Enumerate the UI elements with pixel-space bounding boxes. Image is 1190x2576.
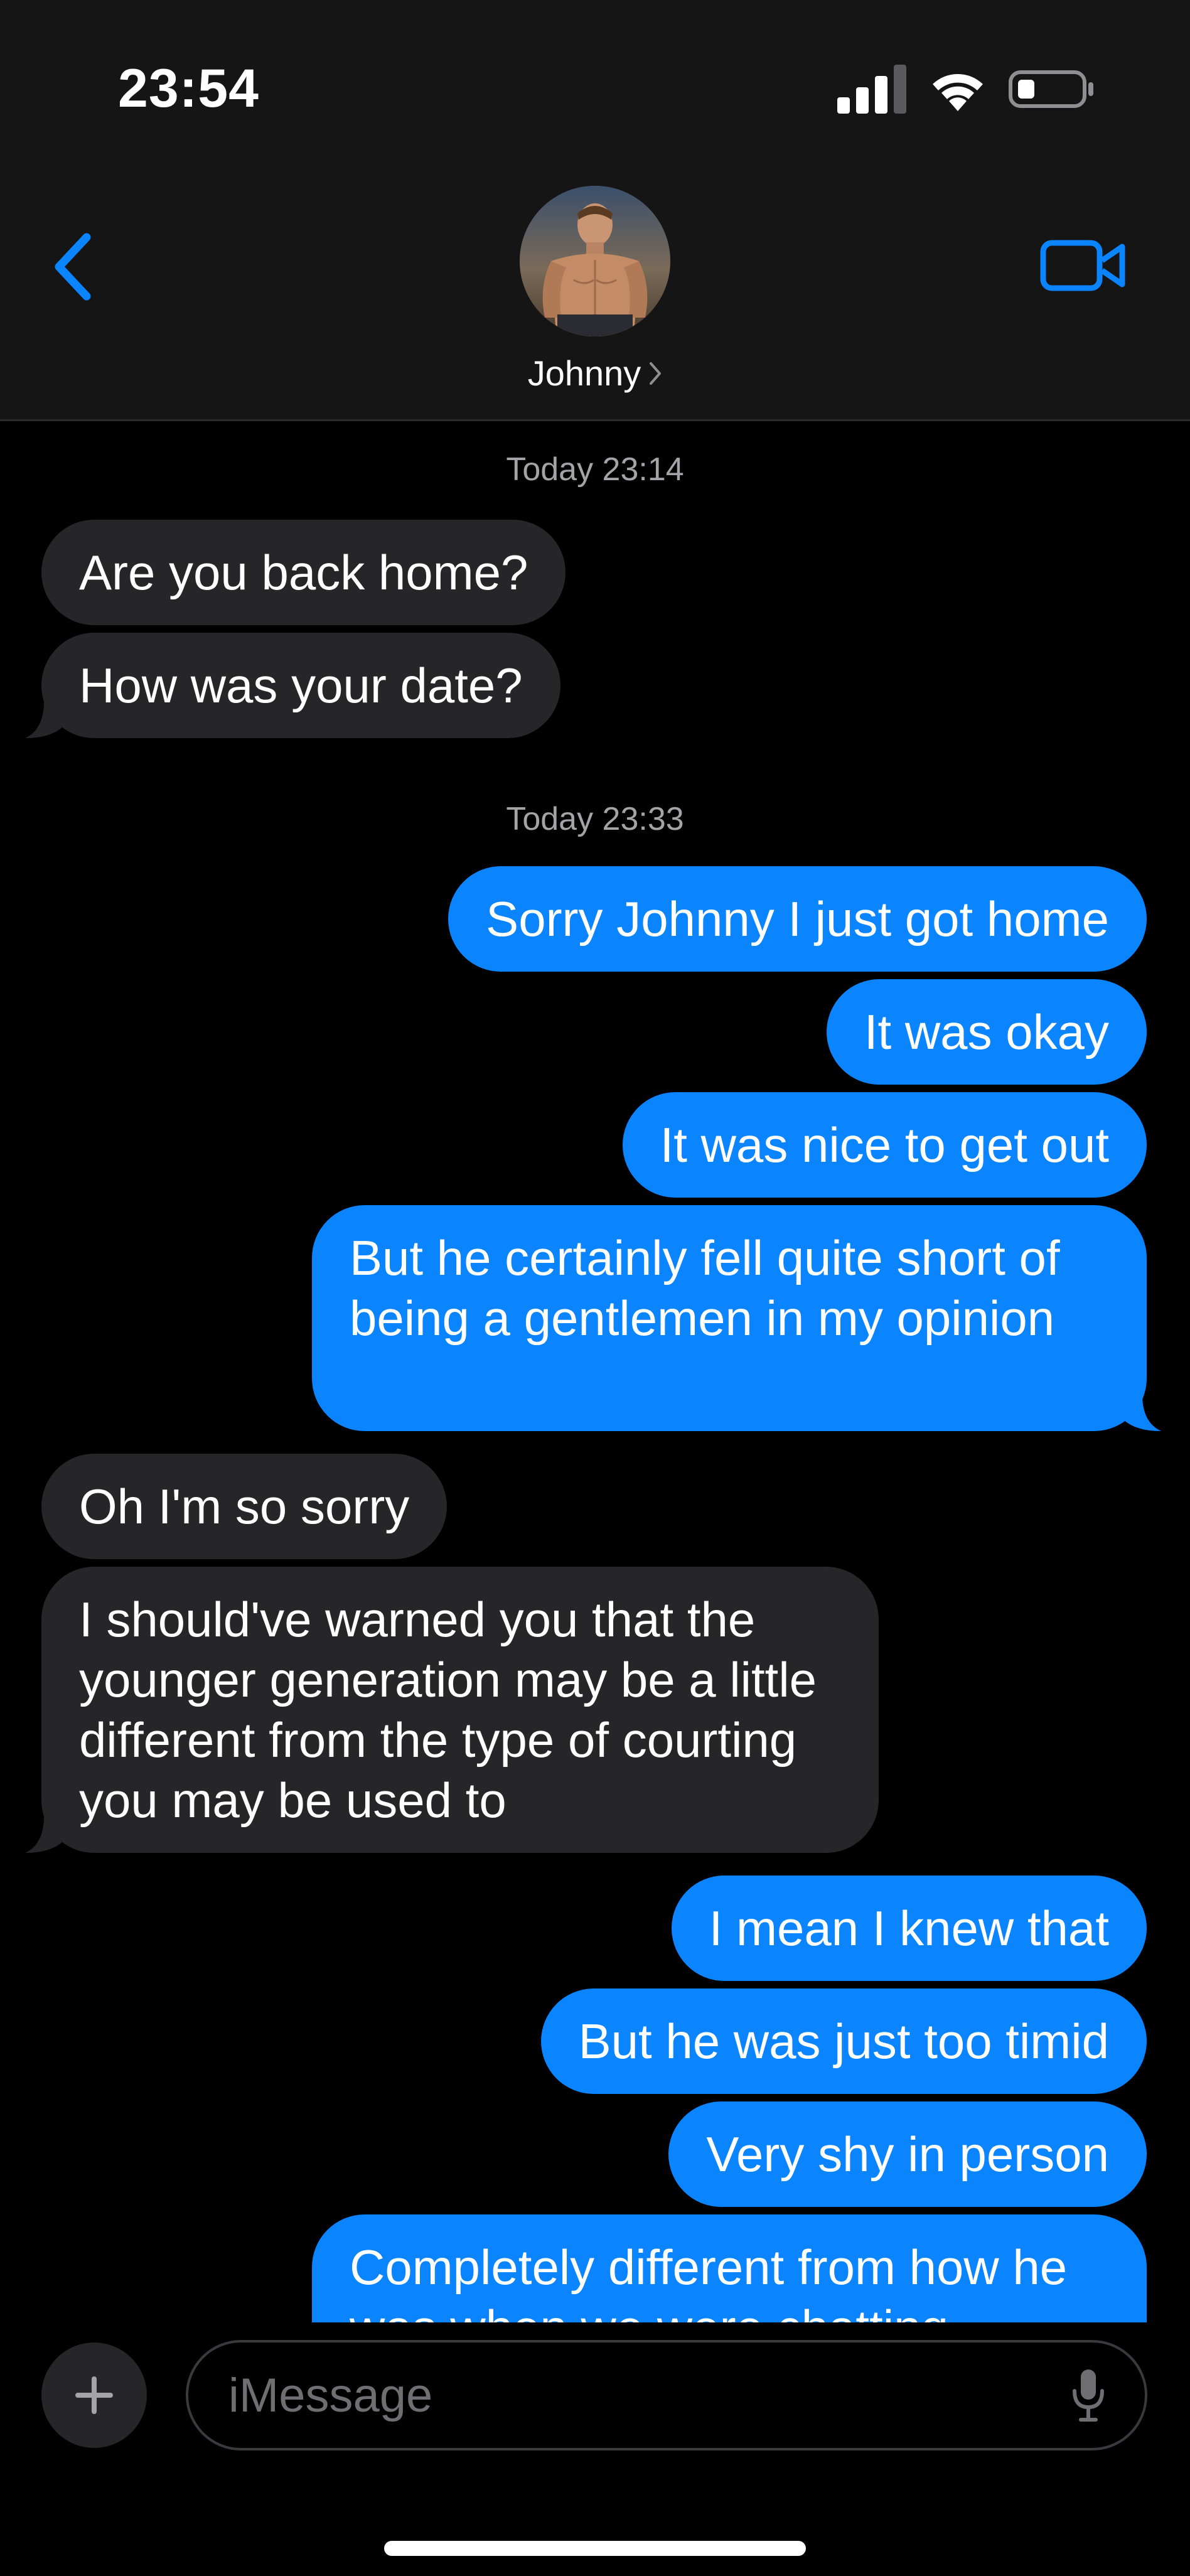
outgoing-message[interactable]: But he was just too timid xyxy=(540,1988,1147,2094)
bubble-tail xyxy=(25,1817,63,1853)
status-time: 23:54 xyxy=(118,58,259,119)
incoming-message[interactable]: Are you back home? xyxy=(41,520,566,625)
chevron-right-icon xyxy=(650,362,662,385)
apps-plus-button[interactable] xyxy=(41,2343,147,2448)
bubble-tail xyxy=(1123,1395,1161,1431)
plus-icon xyxy=(75,2376,113,2414)
incoming-message[interactable]: I should've warned you that the younger … xyxy=(41,1567,879,1853)
message-field[interactable] xyxy=(186,2340,1147,2450)
status-icons xyxy=(837,60,1096,117)
contact-name-row[interactable]: Johnny xyxy=(528,352,663,395)
bubble-tail xyxy=(25,702,63,738)
incoming-message[interactable]: How was your date? xyxy=(41,633,560,738)
wifi-icon xyxy=(933,74,983,111)
outgoing-message[interactable]: Very shy in person xyxy=(668,2101,1147,2207)
outgoing-message[interactable]: It was nice to get out xyxy=(622,1092,1147,1198)
timestamp: Today 23:14 xyxy=(506,451,684,488)
home-indicator[interactable] xyxy=(384,2541,806,2556)
battery-low-icon xyxy=(1009,70,1093,108)
outgoing-message[interactable]: Sorry Johnny I just got home xyxy=(448,866,1147,972)
video-call-icon xyxy=(1040,240,1125,291)
incoming-message[interactable]: Oh I'm so sorry xyxy=(41,1454,448,1559)
outgoing-message[interactable]: I mean I knew that xyxy=(671,1876,1147,1981)
cellular-signal-icon xyxy=(837,65,906,114)
outgoing-message[interactable]: But he certainly fell quite short of bei… xyxy=(312,1205,1147,1431)
contact-name: Johnny xyxy=(527,353,641,393)
contact-header[interactable]: Johnny xyxy=(0,186,1190,395)
message-input[interactable] xyxy=(227,2367,1069,2423)
video-call-button[interactable] xyxy=(1036,231,1130,300)
microphone-icon[interactable] xyxy=(1069,2367,1107,2423)
outgoing-message[interactable]: It was okay xyxy=(826,979,1147,1085)
timestamp: Today 23:33 xyxy=(506,801,684,837)
avatar[interactable] xyxy=(520,186,670,336)
avatar-photo xyxy=(520,186,670,336)
